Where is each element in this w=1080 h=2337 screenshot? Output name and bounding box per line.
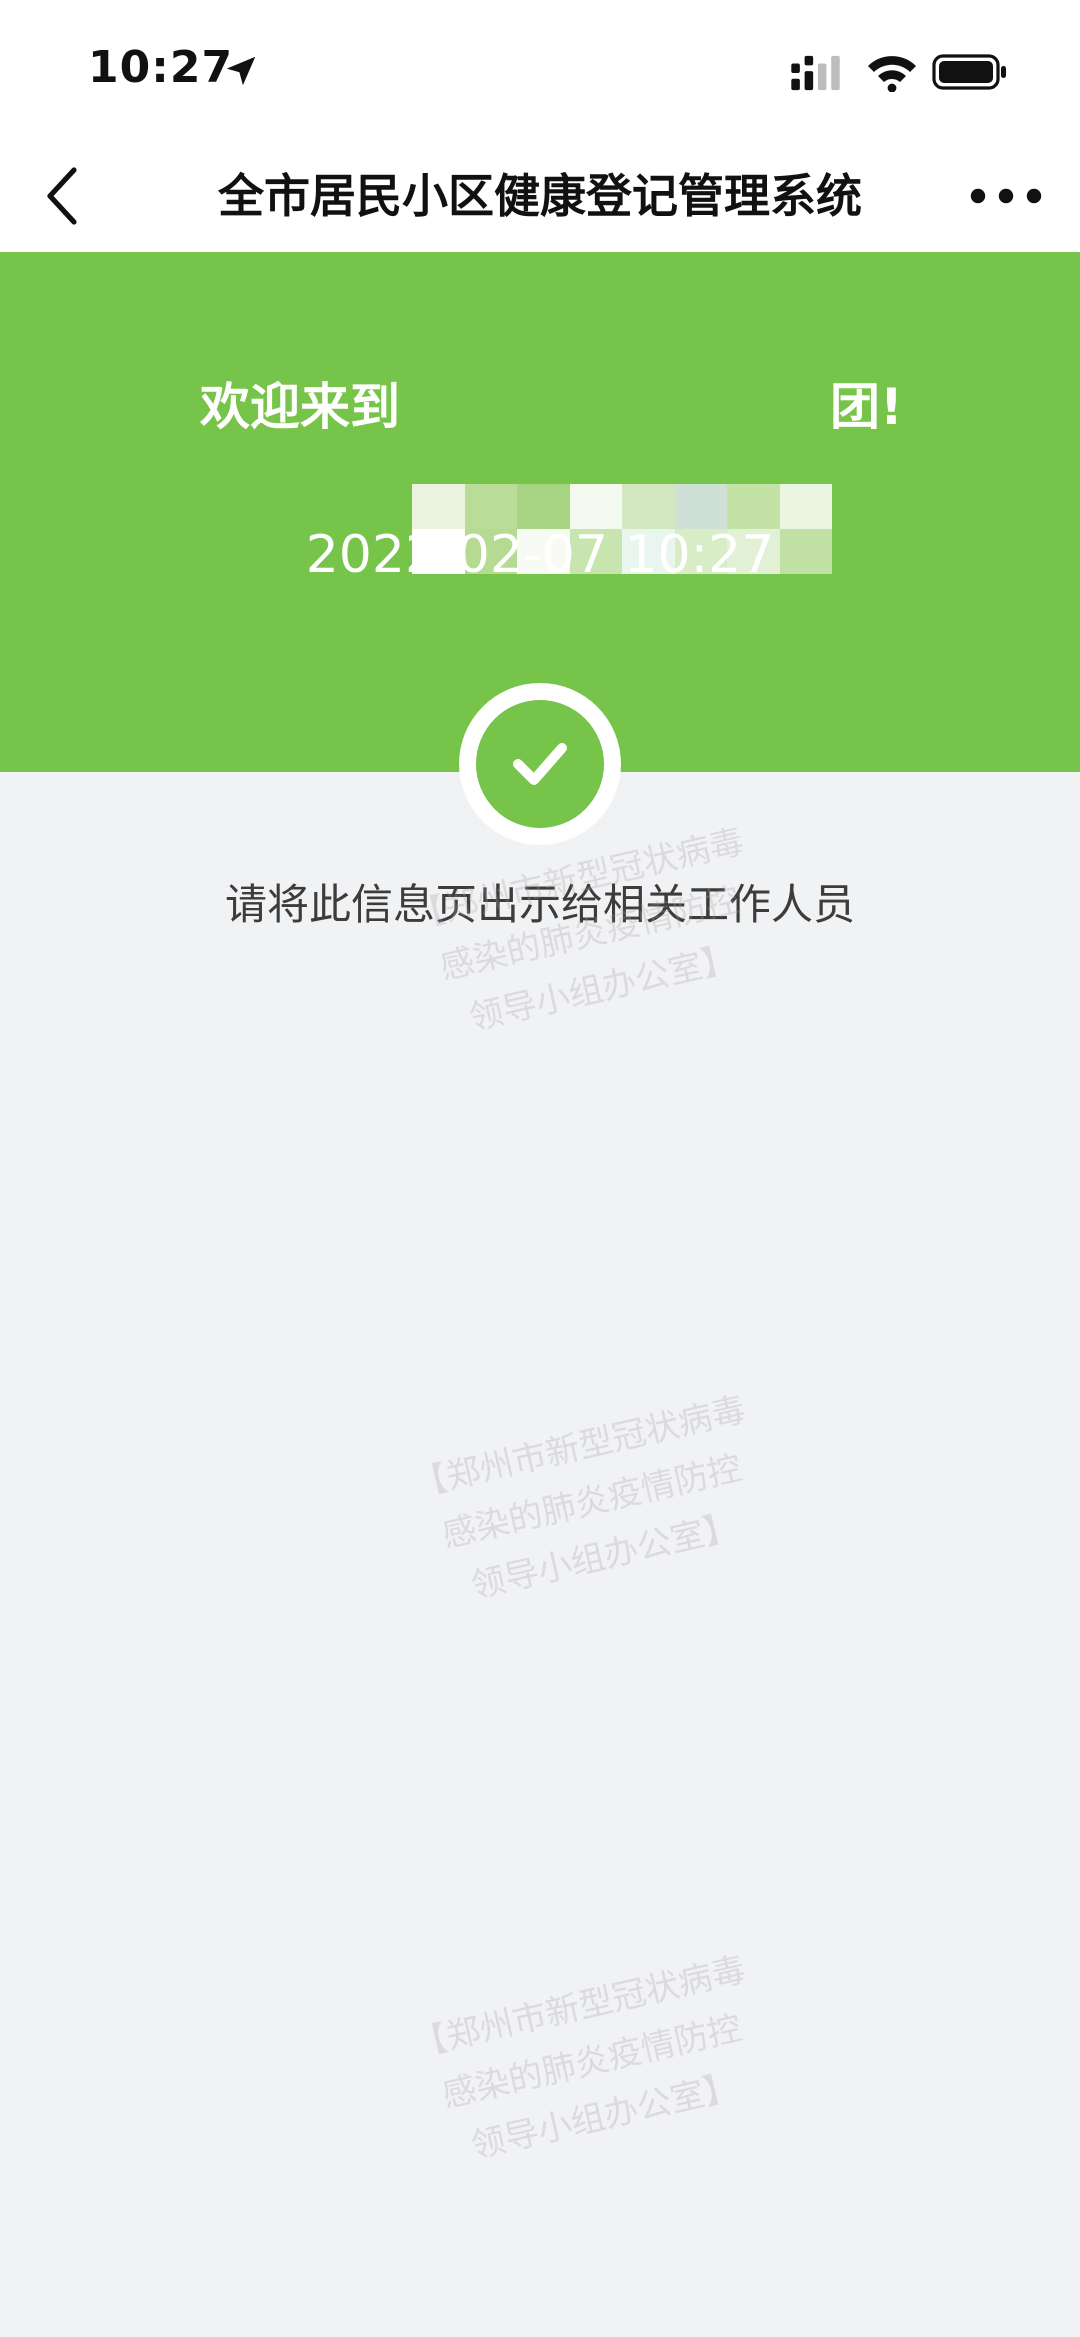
chevron-left-icon[interactable]: [38, 164, 88, 228]
welcome-prefix: 欢迎来到: [200, 378, 400, 436]
watermark: 【郑州市新型冠状病毒 感染的肺炎疫情防控 领导小组办公室】: [349, 1368, 835, 1635]
watermark: 【郑州市新型冠状病毒 感染的肺炎疫情防控 领导小组办公室】: [349, 1928, 835, 2195]
watermark-line: 感染的肺炎疫情防控: [438, 2008, 746, 2116]
location-arrow-icon: [226, 56, 256, 86]
welcome-suffix: 团!: [830, 378, 903, 436]
battery-icon: [932, 54, 1006, 90]
success-badge-inner: [476, 700, 604, 828]
wifi-icon: [868, 56, 916, 92]
checkmark-icon: [513, 743, 567, 785]
watermark-line: 感染的肺炎疫情防控: [438, 1448, 746, 1556]
page-title: 全市居民小区健康登记管理系统: [218, 169, 862, 223]
success-badge: [459, 683, 621, 845]
more-dots-icon[interactable]: [966, 176, 1046, 216]
status-bar: 10:27: [0, 0, 1080, 140]
instruction-text: 请将此信息页出示给相关工作人员: [224, 880, 855, 929]
watermark-line: 【郑州市新型冠状病毒: [409, 1389, 750, 1506]
nav-bar: 全市居民小区健康登记管理系统: [0, 140, 1080, 252]
scan-datetime: 2022-02-07 10:27: [305, 525, 775, 585]
status-time: 10:27: [88, 42, 234, 93]
welcome-line: 欢迎来到 团!: [0, 372, 1080, 574]
watermark-line: 领导小组办公室】: [467, 2066, 742, 2167]
watermark-line: 领导小组办公室】: [467, 1506, 742, 1607]
signal-icon: [791, 55, 840, 91]
watermark-line: 【郑州市新型冠状病毒: [409, 1949, 750, 2066]
